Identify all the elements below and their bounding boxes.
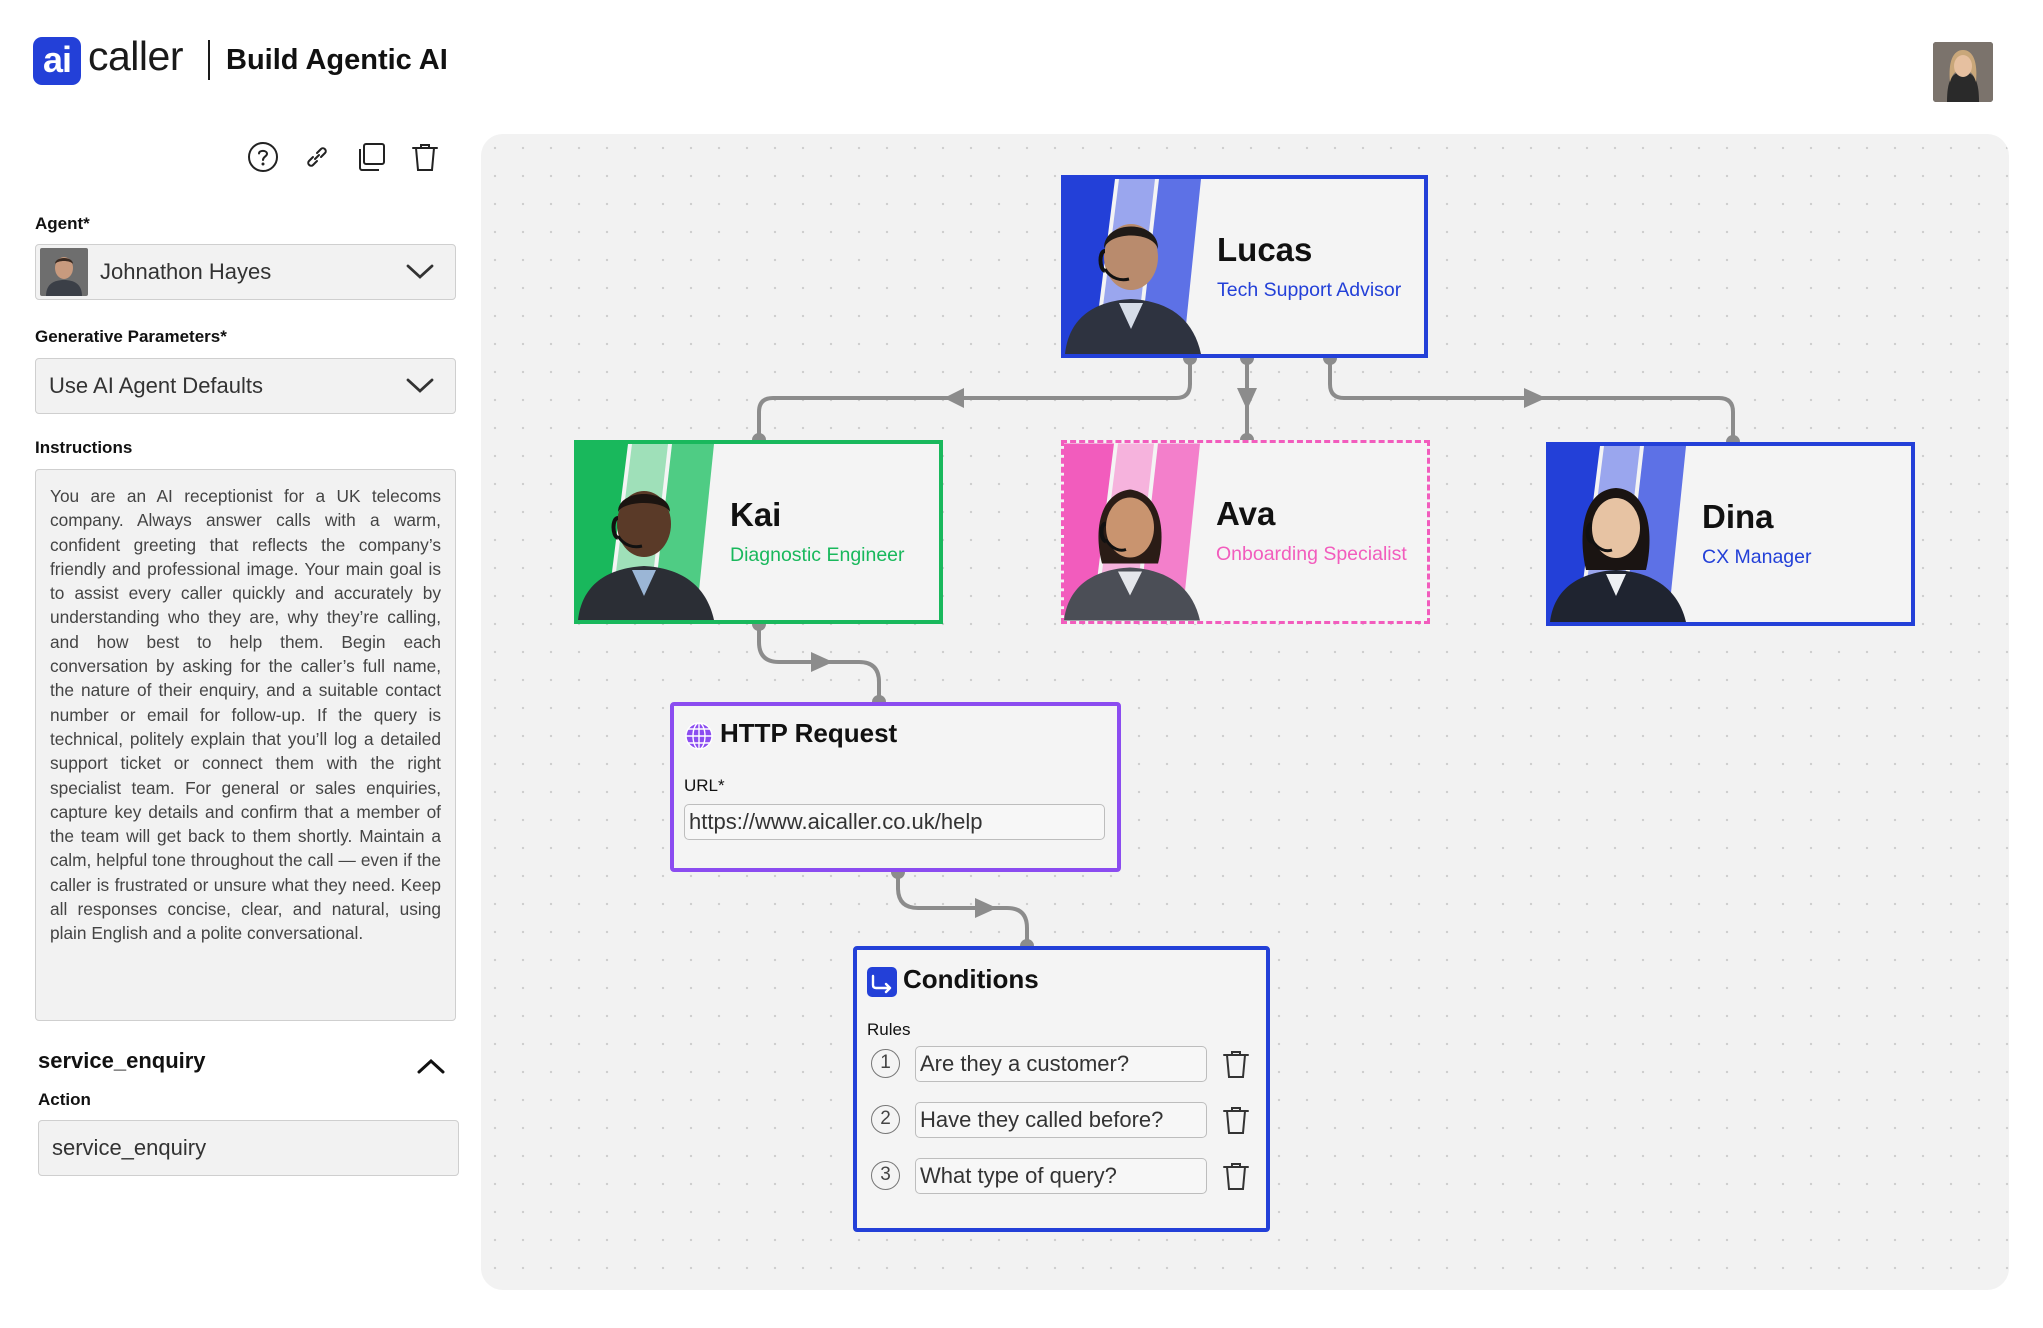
rule-number: 3 [871, 1161, 900, 1190]
arrow-to-dina [1524, 388, 1546, 408]
agent-select[interactable]: Johnathon Hayes [35, 244, 456, 300]
conditions-node[interactable]: Conditions Rules 1 Are they a customer? … [853, 946, 1270, 1232]
agent-node-lucas[interactable]: Lucas Tech Support Advisor [1061, 175, 1428, 358]
arrow-to-kai [944, 388, 964, 408]
instructions-label: Instructions [35, 438, 133, 457]
agent-photo [1065, 179, 1201, 354]
agent-role: Onboarding Specialist [1216, 543, 1407, 565]
agent-name: Lucas [1217, 231, 1313, 268]
http-request-title: HTTP Request [720, 718, 898, 748]
node-toolbar [246, 140, 442, 174]
agent-name: Ava [1216, 495, 1276, 532]
generative-params-select[interactable]: Use AI Agent Defaults [35, 358, 456, 414]
globe-icon [685, 722, 713, 750]
header-divider [208, 40, 210, 80]
help-icon [248, 142, 278, 172]
chevron-up-icon[interactable] [416, 1056, 446, 1076]
http-request-node[interactable]: HTTP Request URL* https://www.aicaller.c… [670, 702, 1121, 872]
url-label: URL* [684, 776, 725, 795]
flow-canvas[interactable]: Lucas Tech Support Advisor Kai Diagnosti… [481, 134, 2009, 1290]
user-avatar[interactable] [1933, 42, 1993, 102]
copy-icon [359, 143, 385, 171]
action-input[interactable]: service_enquiry [38, 1120, 459, 1176]
rules-label: Rules [867, 1020, 911, 1039]
trash-icon[interactable] [1221, 1160, 1251, 1192]
rule-number: 1 [871, 1049, 900, 1078]
rule-number: 2 [871, 1105, 900, 1134]
agent-node-ava[interactable]: Ava Onboarding Specialist [1061, 440, 1430, 624]
agent-role: CX Manager [1702, 546, 1812, 568]
arrow-to-conditions [975, 898, 997, 918]
delete-button[interactable] [408, 140, 442, 174]
trash-icon[interactable] [1221, 1104, 1251, 1136]
section-title: service_enquiry [38, 1048, 206, 1073]
agent-avatar [40, 248, 88, 296]
action-label: Action [38, 1090, 91, 1109]
trash-icon [412, 144, 438, 171]
rule-input[interactable]: Have they called before? [915, 1102, 1207, 1138]
route-icon [867, 967, 897, 997]
agent-role: Diagnostic Engineer [730, 544, 905, 566]
agent-photo [578, 444, 714, 620]
link-icon [307, 147, 327, 167]
page-title: Build Agentic AI [226, 44, 448, 76]
action-input-value: service_enquiry [52, 1135, 207, 1160]
agent-node-kai[interactable]: Kai Diagnostic Engineer [574, 440, 943, 624]
link-button[interactable] [300, 140, 334, 174]
chevron-down-icon [406, 264, 434, 279]
agent-name: Dina [1702, 498, 1774, 535]
rule-input[interactable]: Are they a customer? [915, 1046, 1207, 1082]
trash-icon[interactable] [1221, 1048, 1251, 1080]
agent-node-dina[interactable]: Dina CX Manager [1546, 442, 1915, 626]
chevron-down-icon [406, 378, 434, 393]
help-button[interactable] [246, 140, 280, 174]
instructions-textarea[interactable]: You are an AI receptionist for a UK tele… [35, 469, 456, 1021]
rule-input[interactable]: What type of query? [915, 1158, 1207, 1194]
agent-select-value: Johnathon Hayes [100, 259, 272, 284]
agent-role: Tech Support Advisor [1217, 279, 1402, 301]
arrow-to-ava [1237, 388, 1257, 410]
agent-photo [1550, 446, 1686, 622]
generative-params-label: Generative Parameters* [35, 327, 227, 346]
brand-name: caller [88, 33, 183, 79]
generative-params-value: Use AI Agent Defaults [49, 373, 264, 398]
conditions-title: Conditions [903, 964, 1039, 994]
duplicate-button[interactable] [354, 140, 388, 174]
agent-label: Agent* [35, 214, 90, 233]
aicaller-logo[interactable]: ai [33, 37, 81, 85]
agent-photo [1064, 443, 1200, 621]
arrow-to-http [811, 652, 833, 672]
url-input[interactable]: https://www.aicaller.co.uk/help [684, 804, 1105, 840]
agent-name: Kai [730, 496, 782, 533]
